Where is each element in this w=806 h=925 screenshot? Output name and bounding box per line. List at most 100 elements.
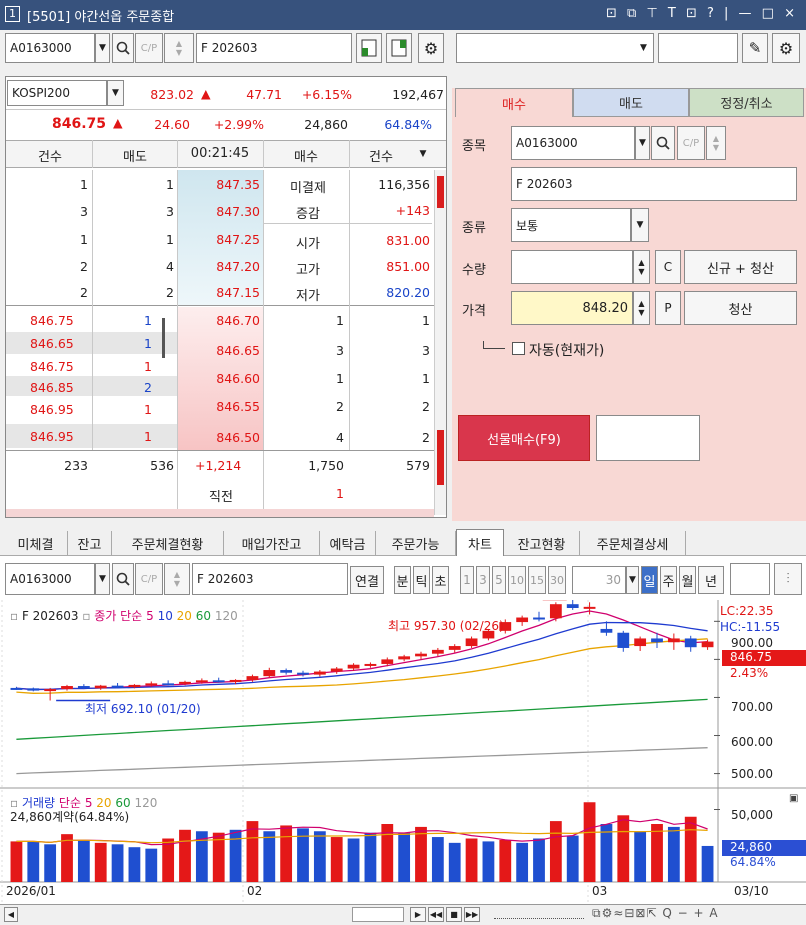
tab-buy[interactable]: 매수 <box>455 88 573 117</box>
bid-price[interactable]: 846.60 <box>180 371 260 386</box>
chart-code-dropdown-icon[interactable]: ▼ <box>95 563 110 595</box>
header-ask-count: 건수 <box>38 150 62 165</box>
index-select[interactable]: KOSPI200 <box>7 80 107 106</box>
layout-left-icon[interactable] <box>356 33 382 63</box>
settings-gear-icon-2[interactable]: ⚙ <box>772 33 800 63</box>
ask-price[interactable]: 847.20 <box>180 259 260 274</box>
order-price-input[interactable]: 848.20 <box>511 291 633 325</box>
settings-gear-icon[interactable]: ⚙ <box>418 33 444 63</box>
period-5[interactable]: 5 <box>492 566 506 594</box>
tab-deposit[interactable]: 예탁금 <box>320 531 376 555</box>
scroll-thumb[interactable] <box>352 907 404 922</box>
period-15[interactable]: 15 <box>528 566 546 594</box>
yearly-button[interactable]: 년 <box>698 566 724 594</box>
tab-unfilled[interactable]: 미체결 <box>4 531 68 555</box>
pen-icon[interactable]: ✎ <box>742 33 768 63</box>
tab-modify-cancel[interactable]: 정정/취소 <box>689 88 804 117</box>
price-change: 24.60 <box>154 117 190 132</box>
price-chart[interactable] <box>0 600 806 908</box>
order-spin-icon[interactable]: ▲ ▼ <box>706 126 726 160</box>
interval-dropdown-icon[interactable]: ▼ <box>626 566 639 594</box>
volume-bar <box>583 802 596 882</box>
monthly-button[interactable]: 월 <box>679 566 696 594</box>
period-3[interactable]: 3 <box>476 566 490 594</box>
chart-code-input[interactable]: A0163000 <box>5 563 95 595</box>
volume-bar <box>145 848 158 882</box>
chart-config-icon[interactable]: ⫶ <box>774 563 802 595</box>
chart-spin-icon[interactable]: ▲ ▼ <box>164 563 190 595</box>
order-type-dropdown-icon[interactable]: ▼ <box>631 208 649 242</box>
divider <box>349 140 350 168</box>
auto-price-checkbox[interactable] <box>512 342 525 355</box>
new-close-button[interactable]: 신규 + 청산 <box>684 250 797 284</box>
order-cp-icon[interactable]: C/P <box>677 126 705 160</box>
tab-orderable[interactable]: 주문가능 <box>376 531 456 555</box>
tab-chart[interactable]: 차트 <box>456 529 504 556</box>
qty-spinner-icon[interactable]: ▲ ▼ <box>633 250 650 284</box>
index-dropdown-icon[interactable]: ▼ <box>107 80 124 106</box>
layout-right-icon[interactable] <box>386 33 412 63</box>
order-type-select[interactable]: 보통 <box>511 208 631 242</box>
ask-price[interactable]: 847.25 <box>180 232 260 247</box>
cp-icon[interactable]: C/P <box>135 33 163 63</box>
candle-body <box>162 683 175 686</box>
password-field[interactable] <box>658 33 738 63</box>
code-dropdown-icon[interactable]: ▼ <box>95 33 110 63</box>
tab-balance[interactable]: 잔고 <box>68 531 112 555</box>
search-icon[interactable] <box>112 33 134 63</box>
name-field[interactable]: F 202603 <box>196 33 352 63</box>
rewind-icon[interactable]: ◀◀ <box>428 907 444 922</box>
price-spinner-icon[interactable]: ▲ ▼ <box>633 291 650 325</box>
daily-button[interactable]: 일 <box>641 566 658 594</box>
p-button[interactable]: P <box>655 291 681 325</box>
code-input[interactable]: A0163000 <box>5 33 95 63</box>
ask-price[interactable]: 847.30 <box>180 204 260 219</box>
chart-search-icon[interactable] <box>112 563 134 595</box>
bid-price[interactable]: 846.70 <box>180 313 260 328</box>
chart-tool-icons[interactable]: ⧉⚙≈⊟⊠⇱ Q − + A <box>592 906 719 921</box>
weekly-button[interactable]: 주 <box>660 566 677 594</box>
chart-cp-icon[interactable]: C/P <box>135 563 163 595</box>
zoom-slider[interactable] <box>494 911 584 919</box>
bid-price[interactable]: 846.50 <box>180 430 260 445</box>
candle-body <box>701 641 714 648</box>
c-button[interactable]: C <box>655 250 681 284</box>
scroll-left-icon[interactable]: ◀ <box>4 907 18 922</box>
ask-price[interactable]: 847.35 <box>180 177 260 192</box>
tab-order-status[interactable]: 주문체결현황 <box>112 531 224 555</box>
tab-purchase-balance[interactable]: 매입가잔고 <box>224 531 320 555</box>
chart-extra-input[interactable] <box>730 563 770 595</box>
link-button[interactable]: 연결 <box>350 566 384 594</box>
bid-price[interactable]: 846.55 <box>180 399 260 414</box>
tab-sell[interactable]: 매도 <box>573 88 689 117</box>
order-code-input[interactable]: A0163000 <box>511 126 635 160</box>
account-select[interactable] <box>456 33 654 63</box>
candle-body <box>280 670 293 673</box>
period-10[interactable]: 10 <box>508 566 526 594</box>
period-30[interactable]: 30 <box>548 566 566 594</box>
fast-forward-icon[interactable]: ▶▶ <box>464 907 480 922</box>
futures-buy-button[interactable]: 선물매수(F9) <box>458 415 590 461</box>
account-dropdown-icon[interactable]: ▼ <box>634 34 653 62</box>
period-1[interactable]: 1 <box>460 566 474 594</box>
spin-icon[interactable]: ▲ ▼ <box>164 33 194 63</box>
second-button[interactable]: 초 <box>432 566 449 594</box>
order-qty-input[interactable] <box>511 250 633 284</box>
stop-icon[interactable]: ■ <box>446 907 462 922</box>
minute-button[interactable]: 분 <box>394 566 411 594</box>
bid-price[interactable]: 846.65 <box>180 343 260 358</box>
close-button[interactable]: 청산 <box>684 291 797 325</box>
tick-button[interactable]: 틱 <box>413 566 430 594</box>
tab-order-detail[interactable]: 주문체결상세 <box>580 531 686 555</box>
pane-close-icon[interactable]: ▣ <box>789 793 798 804</box>
order-search-icon[interactable] <box>651 126 675 160</box>
header-dropdown-icon[interactable]: ▼ <box>414 144 432 164</box>
ask-price[interactable]: 847.15 <box>180 285 260 300</box>
order-code-dropdown-icon[interactable]: ▼ <box>635 126 650 160</box>
tab-holdings[interactable]: 잔고현황 <box>504 531 580 555</box>
play-icon[interactable]: ▶ <box>410 907 426 922</box>
interval-input[interactable]: 30 <box>572 566 626 594</box>
window-controls[interactable]: ⊡ ⧉ ⊤ T ⊡ ? | — □ × <box>606 6 798 21</box>
tick-scrollbar[interactable] <box>162 318 165 358</box>
candle-body <box>77 686 90 689</box>
